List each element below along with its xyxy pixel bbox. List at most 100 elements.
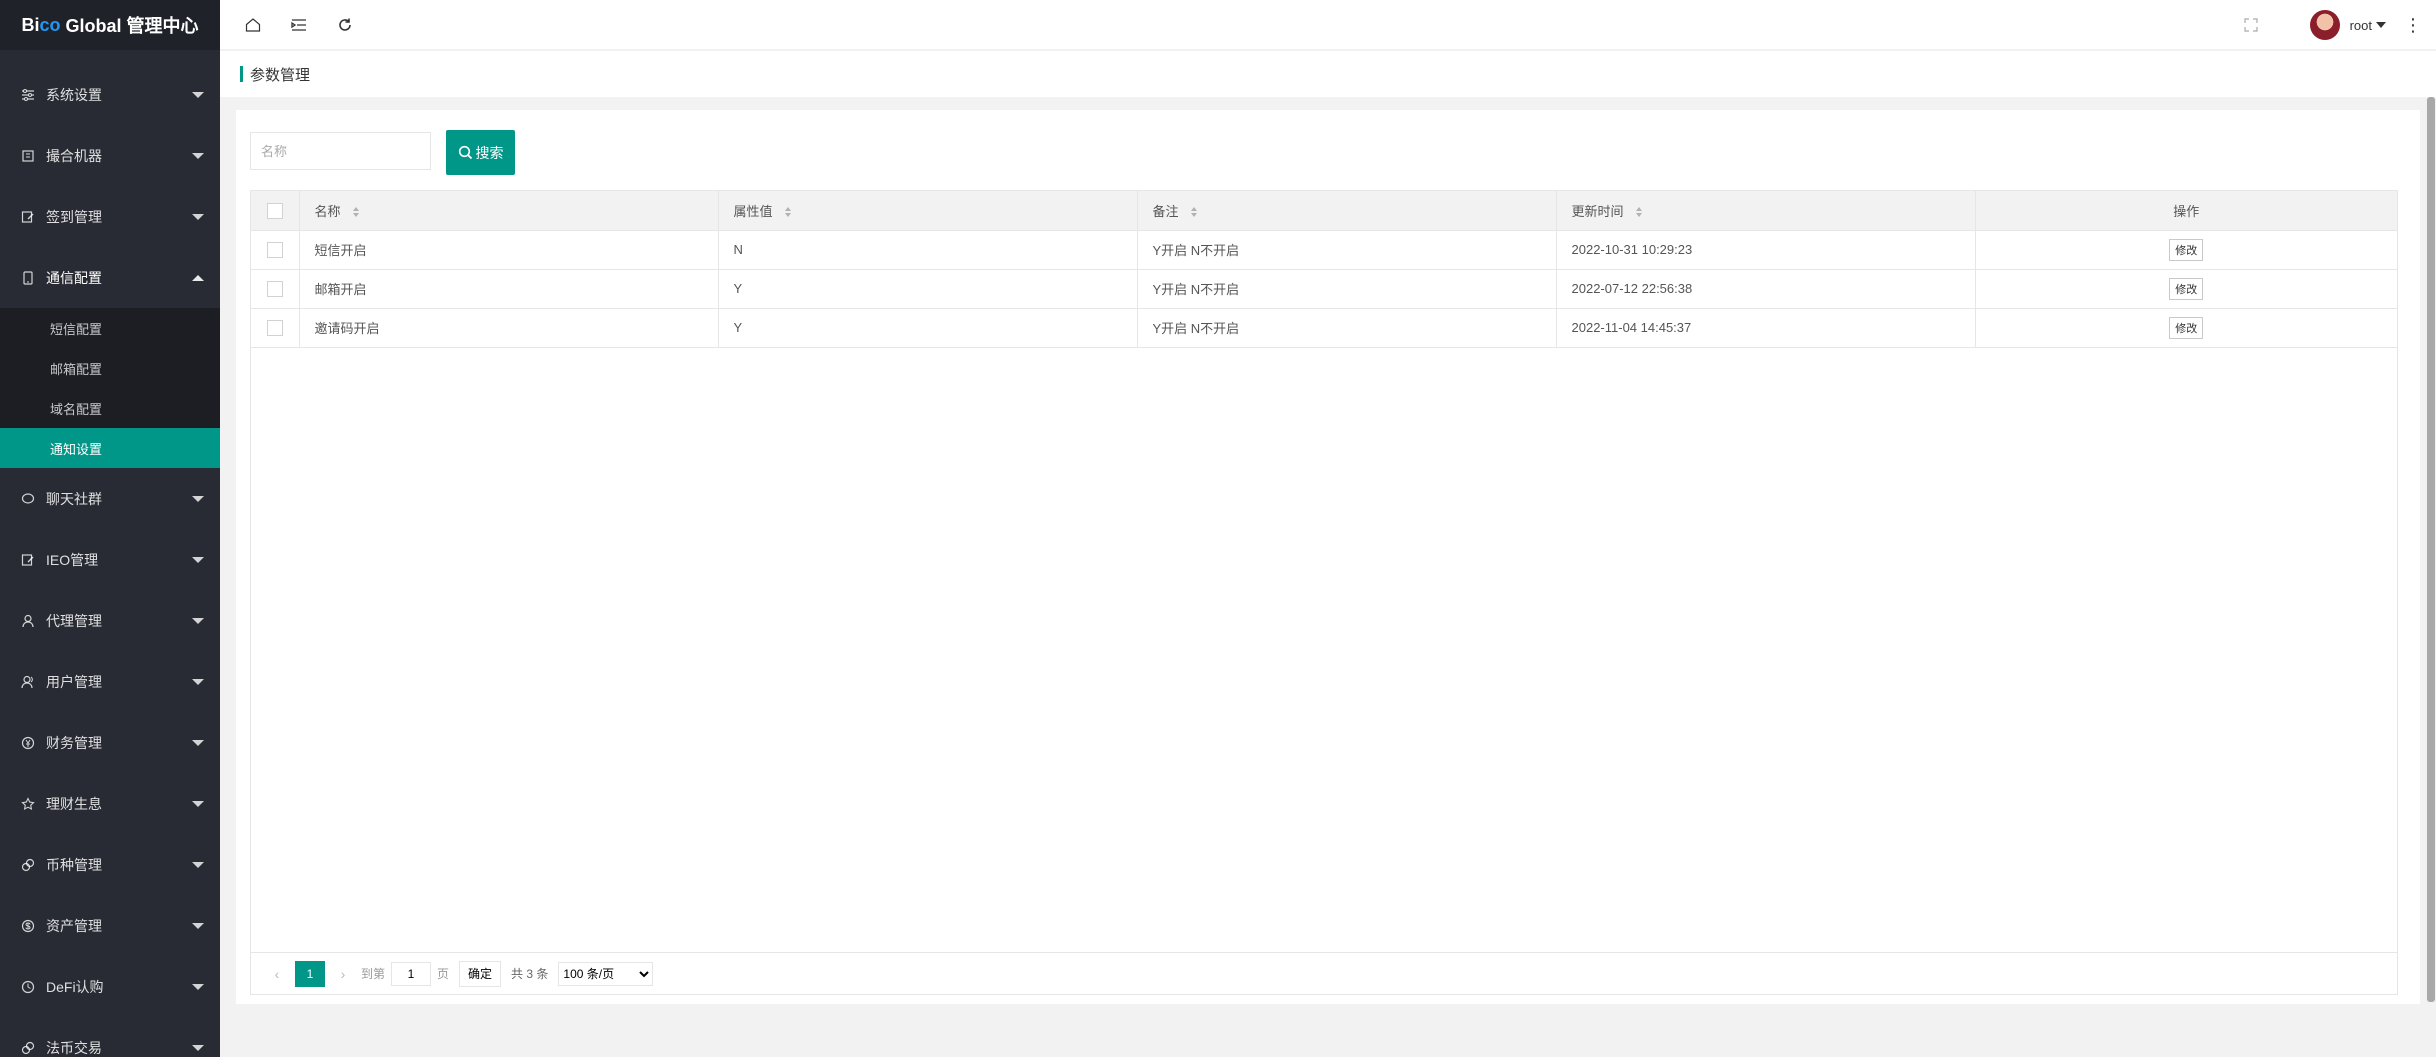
select-all-checkbox[interactable]: [266, 202, 283, 219]
scrollbar-thumb[interactable]: [2427, 97, 2435, 1002]
table-header-row: 名称 属性值 备注 更新时间 操作: [251, 191, 2397, 230]
column-header-updated[interactable]: 更新时间: [1556, 191, 1976, 230]
sidebar-item-comm-config[interactable]: 通信配置: [0, 247, 220, 308]
chevron-down-icon: [192, 678, 204, 685]
sidebar-item-label: 用户管理: [46, 673, 102, 690]
star-icon: [20, 796, 36, 812]
sidebar-item-label: 系统设置: [46, 86, 102, 103]
column-header-name[interactable]: 名称: [299, 191, 719, 230]
column-header-action: 操作: [1975, 191, 2397, 230]
toggle-menu-button[interactable]: [276, 0, 322, 50]
sidebar-item-wealth[interactable]: 理财生息: [0, 773, 220, 834]
sidebar-item-checkin[interactable]: 签到管理: [0, 186, 220, 247]
chevron-down-icon: [192, 800, 204, 807]
sidebar-item-finance[interactable]: 财务管理: [0, 712, 220, 773]
sidebar-item-label: 法币交易: [46, 1039, 102, 1056]
sidebar-item-label: 撮合机器: [46, 147, 102, 164]
edit-icon: [20, 209, 36, 225]
chevron-down-icon: [192, 152, 204, 159]
page-size-select[interactable]: 100 条/页: [558, 961, 654, 986]
prev-page-button[interactable]: ‹: [265, 966, 289, 982]
sidebar-item-label: 聊天社群: [46, 490, 102, 507]
row-checkbox[interactable]: [266, 319, 283, 336]
row-check-cell: [251, 308, 300, 347]
sidebar: Bi co Global 管理中心 系统设置 撮合机器 签到管理 通信配置 短信…: [0, 0, 220, 1057]
search-button[interactable]: 搜索: [446, 130, 515, 175]
next-page-button[interactable]: ›: [331, 966, 355, 982]
chevron-down-icon: [192, 556, 204, 563]
column-header-remark[interactable]: 备注: [1137, 191, 1557, 230]
vertical-scrollbar[interactable]: [2426, 97, 2436, 1002]
submenu-item-email-config[interactable]: 邮箱配置: [0, 348, 220, 388]
goto-page-input[interactable]: [391, 961, 432, 986]
page-title: 参数管理: [250, 66, 311, 84]
cell-action: 修改: [1975, 269, 2397, 308]
row-check-cell: [251, 269, 300, 308]
search-icon: [458, 145, 472, 160]
avatar[interactable]: [2309, 10, 2340, 40]
submenu-item-label: 通知设置: [50, 441, 103, 457]
sidebar-item-currency[interactable]: 币种管理: [0, 834, 220, 895]
breadcrumb: 参数管理: [220, 51, 2436, 97]
cell-updated: 2022-07-12 22:56:38: [1556, 269, 1976, 308]
sidebar-item-ieo[interactable]: IEO管理: [0, 529, 220, 590]
cell-remark: Y开启 N不开启: [1137, 308, 1557, 347]
user-name[interactable]: root: [2350, 18, 2372, 33]
row-checkbox[interactable]: [266, 280, 283, 297]
column-label: 名称: [314, 203, 341, 219]
search-input[interactable]: [250, 132, 431, 170]
submenu-item-domain-config[interactable]: 域名配置: [0, 388, 220, 428]
page-unit-label: 页: [437, 967, 450, 981]
logo-prefix: Bi: [21, 14, 40, 35]
table-row: 邮箱开启 Y Y开启 N不开启 2022-07-12 22:56:38 修改: [251, 269, 2397, 308]
submenu-item-sms-config[interactable]: 短信配置: [0, 308, 220, 348]
sidebar-item-agent[interactable]: 代理管理: [0, 590, 220, 651]
chevron-down-icon: [192, 861, 204, 868]
cell-remark: Y开启 N不开启: [1137, 269, 1557, 308]
logo-suffix: Global 管理中心: [60, 16, 199, 36]
sort-icon[interactable]: [1635, 206, 1643, 218]
home-button[interactable]: [230, 0, 276, 50]
sidebar-item-label: 币种管理: [46, 856, 102, 873]
sidebar-item-assets[interactable]: 资产管理: [0, 895, 220, 956]
edit-button[interactable]: 修改: [2169, 277, 2204, 300]
chat-icon: [20, 491, 36, 507]
app-logo: Bi co Global 管理中心: [0, 0, 220, 50]
home-icon: [245, 17, 261, 32]
sort-icon[interactable]: [352, 206, 360, 218]
goto-confirm-button[interactable]: 确定: [459, 960, 502, 987]
submenu-item-label: 短信配置: [50, 321, 103, 337]
submenu-comm-config: 短信配置 邮箱配置 域名配置 通知设置: [0, 308, 220, 468]
dollar-icon: [20, 918, 36, 934]
refresh-button[interactable]: [322, 0, 368, 50]
fullscreen-icon: [2243, 18, 2258, 32]
chevron-down-icon: [192, 617, 204, 624]
cell-value: Y: [718, 308, 1138, 347]
sidebar-item-chat-community[interactable]: 聊天社群: [0, 468, 220, 529]
current-page[interactable]: 1: [295, 960, 325, 987]
more-vertical-icon[interactable]: ⋮: [2404, 16, 2422, 34]
row-check-cell: [251, 230, 300, 269]
row-checkbox[interactable]: [266, 241, 283, 258]
fullscreen-button[interactable]: [2228, 0, 2274, 50]
caret-down-icon[interactable]: [2376, 22, 2386, 28]
column-header-value[interactable]: 属性值: [718, 191, 1138, 230]
sidebar-item-system-settings[interactable]: 系统设置: [0, 64, 220, 125]
submenu-item-notify-settings[interactable]: 通知设置: [0, 428, 220, 468]
sidebar-item-matching-robot[interactable]: 撮合机器: [0, 125, 220, 186]
chevron-down-icon: [192, 495, 204, 502]
sidebar-item-label: 资产管理: [46, 917, 102, 934]
edit-button[interactable]: 修改: [2169, 238, 2204, 261]
pagination: ‹ 1 › 到第 页 确定 共 3 条 100 条/页: [251, 952, 2397, 994]
sidebar-item-fiat[interactable]: 法币交易: [0, 1017, 220, 1057]
column-label: 操作: [2173, 203, 2200, 219]
edit-button[interactable]: 修改: [2169, 316, 2204, 339]
sidebar-item-defi[interactable]: DeFi认购: [0, 956, 220, 1017]
chevron-down-icon: [192, 213, 204, 220]
sidebar-item-label: 签到管理: [46, 208, 102, 225]
sort-icon[interactable]: [1190, 206, 1198, 218]
column-label: 属性值: [733, 203, 773, 219]
submenu-item-label: 域名配置: [50, 401, 103, 417]
sort-icon[interactable]: [784, 206, 792, 218]
sidebar-item-users[interactable]: 用户管理: [0, 651, 220, 712]
